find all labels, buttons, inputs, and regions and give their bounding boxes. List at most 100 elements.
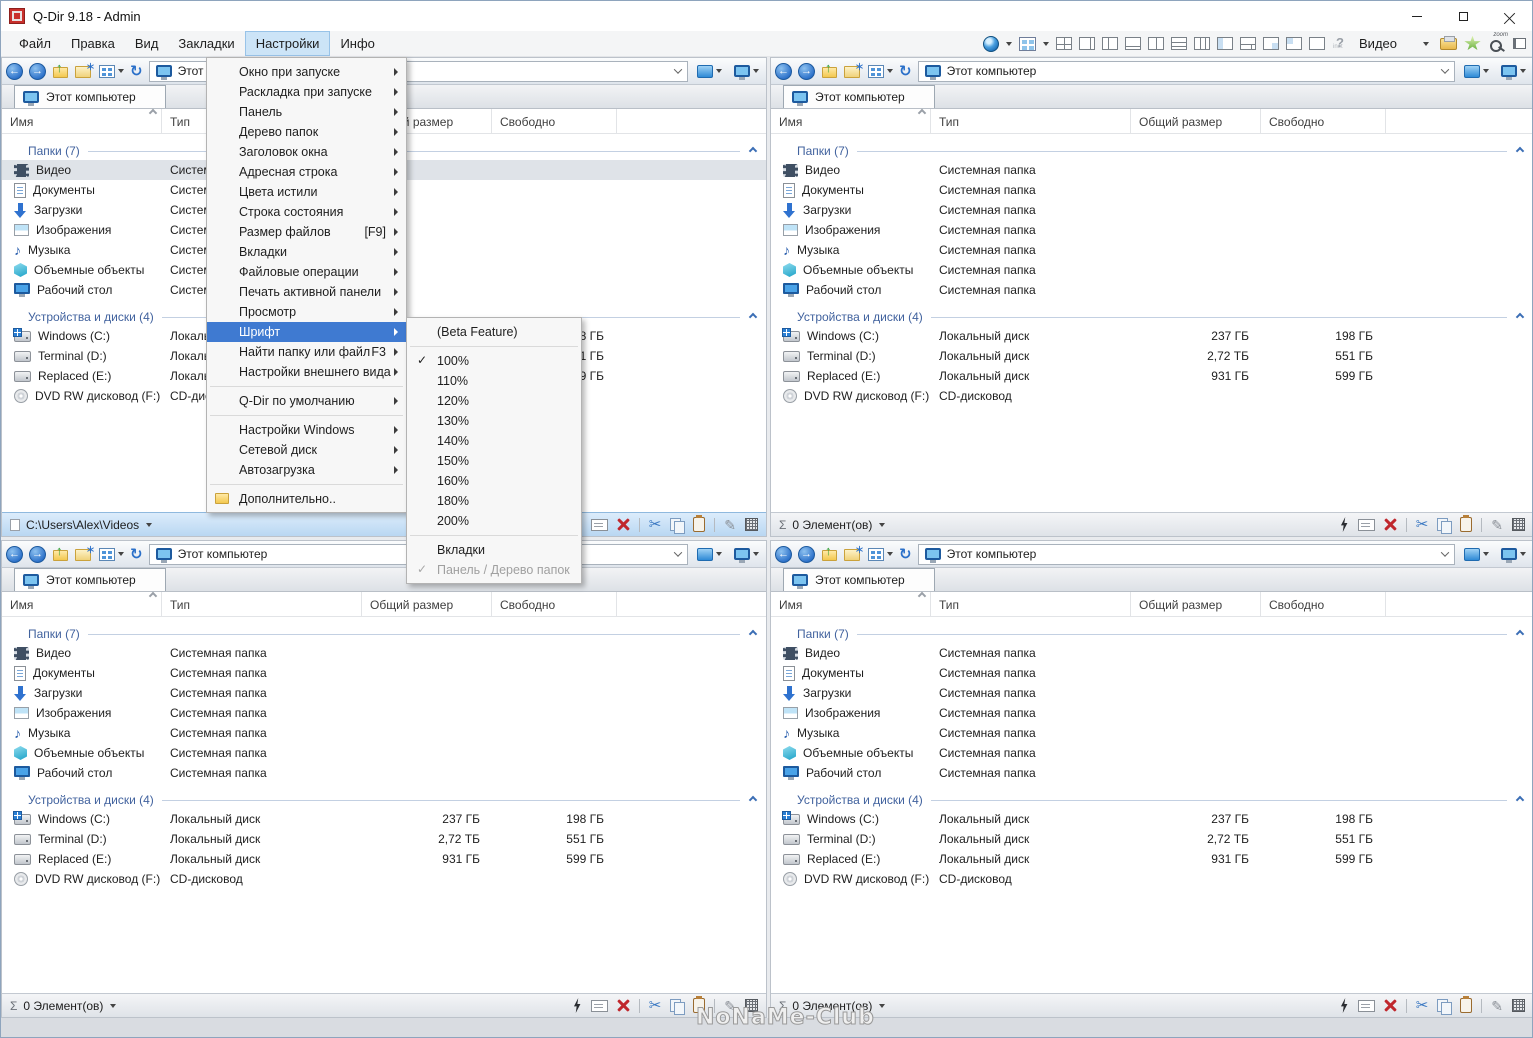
maximize-button[interactable] [1440, 1, 1486, 31]
column-header-free[interactable]: Свободно [1261, 109, 1386, 133]
grid-select-icon[interactable] [1512, 518, 1525, 531]
file-row[interactable]: ЗагрузкиСистемная папка [771, 200, 1533, 220]
rename-icon[interactable] [591, 519, 608, 531]
globe-icon[interactable] [983, 36, 999, 52]
menu-item-просмотр[interactable]: Просмотр [207, 302, 406, 322]
column-header-free[interactable]: Свободно [492, 109, 617, 133]
column-header-type[interactable]: Тип [931, 109, 1131, 133]
grid-select-icon[interactable] [1512, 999, 1525, 1012]
menu-item-найти-папку-или-файл[interactable]: Найти папку или файлF3 [207, 342, 406, 362]
copy-icon[interactable] [670, 518, 684, 532]
forward-button[interactable]: → [29, 546, 46, 563]
new-folder-button[interactable] [75, 64, 93, 79]
back-button[interactable]: ← [775, 546, 792, 563]
file-row[interactable]: DVD RW дисковод (F:)CD-дисковод [771, 869, 1533, 889]
menu-item-180-[interactable]: 180% [407, 491, 581, 511]
collapse-group-icon[interactable] [749, 147, 757, 155]
pane-layout-preset-icon-10[interactable] [1263, 37, 1279, 50]
file-row[interactable]: DVD RW дисковод (F:)CD-дисковод [2, 869, 766, 889]
file-row[interactable]: Рабочий столСистемная папка [2, 763, 766, 783]
delete-icon[interactable] [1384, 999, 1397, 1012]
up-button[interactable] [821, 63, 838, 79]
views-button[interactable] [868, 65, 893, 78]
menu-item-настройки-windows[interactable]: Настройки Windows [207, 420, 406, 440]
cut-icon[interactable]: ✂ [1416, 517, 1429, 532]
file-row[interactable]: Windows (C:)Локальный диск237 ГБ198 ГБ [771, 809, 1533, 829]
status-count[interactable]: 0 Элемент(ов) [792, 518, 872, 532]
cut-icon[interactable]: ✂ [649, 517, 662, 532]
file-row[interactable]: Объемные объектыСистемная папка [771, 743, 1533, 763]
menu-item-дерево-папок[interactable]: Дерево папок [207, 122, 406, 142]
pane-layout-preset-icon-11[interactable] [1286, 37, 1302, 50]
file-row[interactable]: Объемные объектыСистемная папка [771, 260, 1533, 280]
pane-layout-preset-icon-12[interactable] [1309, 37, 1325, 50]
menu-item-размер-файлов[interactable]: Размер файлов[F9] [207, 222, 406, 242]
menubar-item-вид[interactable]: Вид [125, 31, 169, 56]
globe-dropdown-icon[interactable] [1006, 42, 1012, 46]
file-row[interactable]: ♪МузыкаСистемная папка [771, 723, 1533, 743]
forward-button[interactable]: → [29, 63, 46, 80]
new-folder-button[interactable] [844, 547, 862, 562]
menu-item-вкладки[interactable]: Вкладки [207, 242, 406, 262]
menubar-item-настройки[interactable]: Настройки [245, 31, 331, 56]
group-header[interactable]: Папки (7) [2, 625, 766, 643]
column-header-type[interactable]: Тип [162, 592, 362, 616]
paste-icon[interactable] [1460, 998, 1472, 1013]
refresh-button[interactable]: ↻ [130, 547, 143, 562]
copy-icon[interactable] [1437, 999, 1451, 1013]
views-button[interactable] [99, 65, 124, 78]
filter-flash-icon[interactable] [1340, 517, 1349, 532]
pane-maximize-button[interactable] [1461, 63, 1492, 80]
cut-icon[interactable]: ✂ [649, 998, 662, 1013]
file-row[interactable]: ♪МузыкаСистемная папка [771, 240, 1533, 260]
tab-this-computer[interactable]: Этот компьютер [14, 568, 166, 591]
address-combo[interactable]: Этот компьютер [918, 61, 1455, 82]
rename-icon[interactable] [1358, 519, 1375, 531]
pane-layout-preset-icon-7[interactable] [1194, 37, 1210, 50]
column-header-type[interactable]: Тип [931, 592, 1131, 616]
views-button[interactable] [868, 548, 893, 561]
group-header[interactable]: Папки (7) [771, 142, 1533, 160]
pane-maximize-button[interactable] [694, 546, 725, 563]
file-row[interactable]: ВидеоСистемная папка [2, 643, 766, 663]
pane-screen-button[interactable] [1498, 63, 1529, 79]
pane-maximize-button[interactable] [694, 63, 725, 80]
menu-item-150-[interactable]: 150% [407, 451, 581, 471]
collapse-group-icon[interactable] [749, 313, 757, 321]
menu-item-100-[interactable]: ✓100% [407, 351, 581, 371]
file-row[interactable]: ЗагрузкиСистемная папка [2, 683, 766, 703]
menu-item-шрифт[interactable]: Шрифт [207, 322, 406, 342]
file-row[interactable]: ВидеоСистемная папка [771, 160, 1533, 180]
collapse-group-icon[interactable] [749, 630, 757, 638]
layout-grid-button[interactable] [1019, 37, 1036, 51]
forward-button[interactable]: → [798, 63, 815, 80]
menu-item-200-[interactable]: 200% [407, 511, 581, 531]
menu-item-настройки-внешнего-вида[interactable]: Настройки внешнего вида [207, 362, 406, 382]
pane-layout-preset-icon-2[interactable] [1079, 37, 1095, 50]
menu-item-цвета-истили[interactable]: Цвета истили [207, 182, 406, 202]
menu-item-140-[interactable]: 140% [407, 431, 581, 451]
file-row[interactable]: Windows (C:)Локальный диск237 ГБ198 ГБ [771, 326, 1533, 346]
pane-layout-preset-icon-6[interactable] [1171, 37, 1187, 50]
menu-item-дополнительно-[interactable]: Дополнительно.. [207, 489, 406, 509]
menu-item-заголовок-окна[interactable]: Заголовок окна [207, 142, 406, 162]
file-row[interactable]: ДокументыСистемная папка [771, 663, 1533, 683]
collapse-group-icon[interactable] [1516, 313, 1524, 321]
new-folder-button[interactable] [844, 64, 862, 79]
column-header-name[interactable]: Имя [2, 109, 162, 133]
collapse-group-icon[interactable] [1516, 630, 1524, 638]
tab-this-computer[interactable]: Этот компьютер [783, 85, 935, 108]
views-button[interactable] [99, 548, 124, 561]
refresh-button[interactable]: ↻ [899, 64, 912, 79]
zoom-icon[interactable] [1488, 36, 1506, 52]
menu-item-раскладка-при-запуске[interactable]: Раскладка при запуске [207, 82, 406, 102]
back-button[interactable]: ← [6, 63, 23, 80]
file-row[interactable]: Terminal (D:)Локальный диск2,72 ТБ551 ГБ [2, 829, 766, 849]
address-combo[interactable]: Этот компьютер [918, 544, 1455, 565]
up-button[interactable] [821, 546, 838, 562]
status-count[interactable]: 0 Элемент(ов) [23, 999, 103, 1013]
menu-item-110-[interactable]: 110% [407, 371, 581, 391]
group-header[interactable]: Устройства и диски (4) [2, 791, 766, 809]
menu-item-файловые-операции[interactable]: Файловые операции [207, 262, 406, 282]
menu-item-печать-активной-панели[interactable]: Печать активной панели [207, 282, 406, 302]
